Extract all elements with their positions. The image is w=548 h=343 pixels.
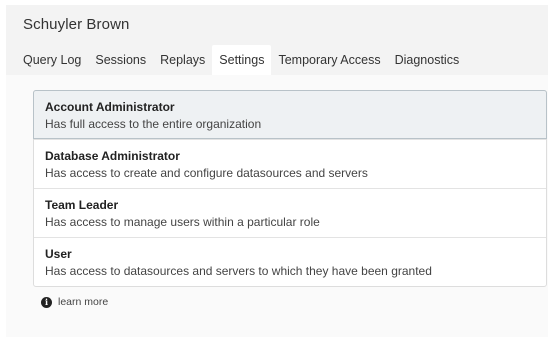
learn-more-label: learn more [58, 296, 109, 308]
role-name: Database Administrator [45, 149, 180, 163]
tab-query-log[interactable]: Query Log [6, 45, 88, 75]
role-option-account-administrator[interactable]: Account Administrator Has full access to… [33, 90, 547, 139]
role-name: Team Leader [45, 198, 119, 212]
role-option-user[interactable]: User Has access to datasources and serve… [34, 237, 546, 286]
role-option-database-administrator[interactable]: Database Administrator Has access to cre… [34, 139, 546, 188]
role-description: Has access to datasources and servers to… [45, 264, 432, 278]
role-option-team-leader[interactable]: Team Leader Has access to manage users w… [34, 188, 546, 237]
tab-diagnostics[interactable]: Diagnostics [388, 45, 467, 75]
tab-bar: Query Log Sessions Replays Settings Temp… [6, 45, 466, 75]
role-description: Has access to manage users within a part… [45, 215, 320, 229]
role-description: Has access to create and configure datas… [45, 166, 368, 180]
role-name: User [45, 247, 72, 261]
role-description: Has full access to the entire organizati… [45, 117, 262, 131]
info-icon: i [41, 296, 52, 308]
role-list: Account Administrator Has full access to… [33, 90, 547, 287]
tab-settings[interactable]: Settings [212, 45, 272, 75]
tab-replays[interactable]: Replays [153, 45, 212, 75]
settings-page: Schuyler Brown Query Log Sessions Replay… [6, 5, 548, 337]
settings-panel: Account Administrator Has full access to… [6, 75, 548, 337]
page-title: Schuyler Brown [23, 16, 130, 33]
tab-temporary-access[interactable]: Temporary Access [271, 45, 387, 75]
role-name: Account Administrator [45, 100, 175, 114]
learn-more-link[interactable]: i learn more [41, 296, 108, 308]
tab-sessions[interactable]: Sessions [88, 45, 153, 75]
